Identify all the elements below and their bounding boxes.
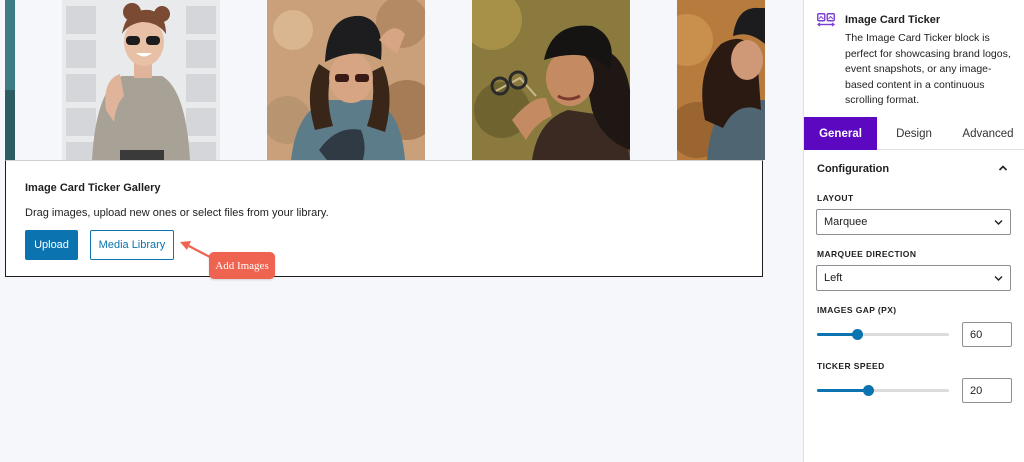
layout-label: LAYOUT	[817, 193, 854, 203]
gallery-instructions: Drag images, upload new ones or select f…	[25, 207, 329, 219]
tab-general[interactable]: General	[804, 117, 877, 150]
ticker-image-woman-curly-hair-jacket[interactable]	[677, 0, 765, 160]
chevron-down-icon	[994, 276, 1003, 281]
layout-select-value: Marquee	[824, 216, 868, 228]
ticker-speed-slider[interactable]	[817, 385, 949, 396]
images-gap-slider[interactable]	[817, 329, 949, 340]
tab-design[interactable]: Design	[877, 117, 951, 150]
ticker-speed-input[interactable]: 20	[962, 378, 1012, 403]
ticker-image-woman-holding-sunglasses[interactable]	[472, 0, 630, 160]
block-description: The Image Card Ticker block is perfect f…	[845, 32, 1011, 106]
marquee-direction-select[interactable]: Left	[816, 265, 1011, 291]
marquee-direction-select-value: Left	[824, 272, 843, 284]
annotation-callout: Add Images	[209, 252, 275, 279]
marquee-direction-label: MARQUEE DIRECTION	[817, 249, 917, 259]
media-library-button[interactable]: Media Library	[90, 230, 174, 260]
image-card-ticker-icon	[817, 13, 835, 27]
block-settings-sidebar: Image Card Ticker The Image Card Ticker …	[803, 0, 1024, 462]
image-ticker-strip	[5, 0, 765, 160]
ticker-image-partial[interactable]	[5, 0, 15, 160]
ticker-image-smiling-woman-sunglasses[interactable]	[62, 0, 220, 160]
images-gap-slider-fill	[817, 333, 857, 336]
chevron-up-icon[interactable]	[997, 162, 1009, 174]
ticker-image-woman-beanie-sunglasses[interactable]	[267, 0, 425, 160]
ticker-speed-slider-thumb[interactable]	[863, 385, 875, 396]
settings-tabs: General Design Advanced	[804, 117, 1024, 150]
images-gap-input[interactable]: 60	[962, 322, 1012, 347]
images-gap-slider-thumb[interactable]	[851, 329, 863, 340]
ticker-speed-slider-fill	[817, 389, 869, 392]
chevron-down-icon	[994, 220, 1003, 225]
block-title: Image Card Ticker	[845, 14, 941, 26]
configuration-panel-title[interactable]: Configuration	[817, 163, 889, 175]
editor-canvas: Image Card Ticker Gallery Drag images, u…	[0, 0, 803, 462]
images-gap-label: IMAGES GAP (PX)	[817, 305, 897, 315]
gallery-placeholder-panel: Image Card Ticker Gallery Drag images, u…	[5, 160, 763, 277]
gallery-title: Image Card Ticker Gallery	[25, 182, 161, 194]
layout-select[interactable]: Marquee	[816, 209, 1011, 235]
ticker-speed-label: TICKER SPEED	[817, 361, 885, 371]
upload-button[interactable]: Upload	[25, 230, 78, 260]
tab-advanced[interactable]: Advanced	[951, 117, 1024, 150]
